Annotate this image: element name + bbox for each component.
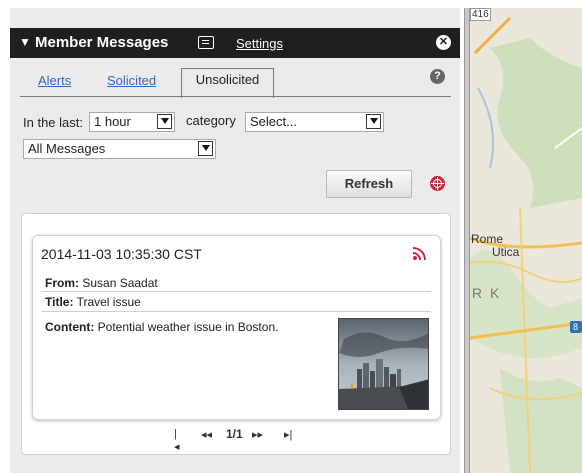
in-last-label: In the last:	[23, 115, 83, 130]
time-range-select[interactable]: 1 hour	[89, 112, 175, 132]
divider	[42, 291, 431, 292]
settings-link[interactable]: Settings	[236, 36, 283, 51]
region-label: R K	[472, 285, 502, 301]
category-select[interactable]: Select...	[245, 112, 384, 132]
message-type-select[interactable]: All Messages	[23, 139, 216, 159]
divider	[42, 311, 431, 312]
rss-feed-icon	[412, 247, 426, 261]
tab-unsolicited[interactable]: Unsolicited	[181, 68, 274, 98]
message-photo-thumbnail[interactable]	[338, 318, 429, 410]
category-label: category	[186, 113, 236, 128]
message-bubble-icon	[198, 36, 214, 49]
message-content: Content: Potential weather issue in Bost…	[45, 320, 279, 334]
close-icon[interactable]: ✕	[436, 35, 451, 50]
help-icon[interactable]: ?	[430, 69, 445, 84]
message-type-value: All Messages	[28, 141, 106, 156]
message-timestamp: 2014-11-03 10:35:30 CST	[41, 246, 202, 262]
tab-alerts[interactable]: Alerts	[38, 70, 71, 96]
target-icon-crosshair	[431, 183, 444, 184]
category-value: Select...	[250, 114, 297, 129]
chevron-down-icon	[366, 114, 381, 129]
chevron-down-icon	[157, 114, 172, 129]
chevron-down-icon	[198, 141, 213, 156]
map-view[interactable]: 416 Rome Utica R K 8	[470, 8, 582, 473]
page-indicator: 1/1	[226, 427, 243, 441]
tab-solicited[interactable]: Solicited	[107, 70, 156, 96]
next-page-icon[interactable]: ▸▸	[252, 428, 263, 441]
message-from: From: Susan Saadat	[45, 276, 158, 290]
panel-title-bar: ▼ Member Messages Settings ✕	[10, 28, 460, 58]
previous-page-icon[interactable]: ◂◂	[201, 428, 212, 441]
page: ▼ Member Messages Settings ✕ Alerts Soli…	[0, 0, 582, 473]
refresh-button[interactable]: Refresh	[326, 170, 412, 198]
first-page-icon[interactable]: |◂	[174, 428, 180, 453]
panel-title: Member Messages	[35, 34, 169, 51]
time-range-value: 1 hour	[94, 114, 131, 129]
city-label-utica: Utica	[492, 245, 520, 259]
message-title: Title: Travel issue	[45, 295, 141, 309]
route-shield-label: 416	[470, 8, 491, 21]
last-page-icon[interactable]: ▸|	[284, 428, 292, 441]
highway-shield-label: 8	[573, 322, 579, 332]
collapse-triangle-icon[interactable]: ▼	[19, 35, 31, 49]
tab-underline	[20, 96, 451, 97]
city-label-rome: Rome	[471, 232, 504, 246]
